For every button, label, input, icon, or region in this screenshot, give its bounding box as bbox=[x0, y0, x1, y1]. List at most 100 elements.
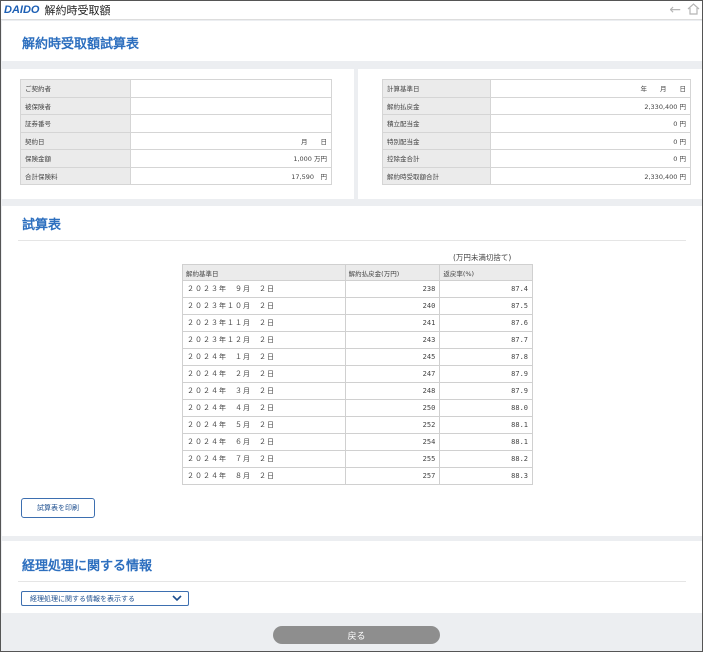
calc-row: 積立配当金 0 円 bbox=[382, 114, 692, 133]
table-row: ２０２４年 ８月 ２日 257 88.3 bbox=[182, 467, 533, 485]
divider bbox=[18, 581, 686, 582]
rate-cell: 87.7 bbox=[439, 331, 533, 349]
contract-row: 保険金額 1,000 万円 bbox=[20, 149, 333, 168]
calc-value: 0 円 bbox=[489, 149, 692, 168]
rate-cell: 88.1 bbox=[439, 416, 533, 434]
contract-label: 保険金額 bbox=[20, 149, 131, 168]
title-panel: 解約時受取額試算表 bbox=[2, 21, 702, 61]
refund-cell: 250 bbox=[344, 399, 441, 417]
calc-info-panel: 計算基準日年 月 日解約払戻金 2,330,400 円積立配当金 0 円特別配当金 0… bbox=[358, 69, 702, 199]
rate-cell: 87.9 bbox=[439, 382, 533, 400]
contract-label: 被保険者 bbox=[20, 96, 131, 115]
calc-value: 0 円 bbox=[489, 114, 692, 133]
calc-label: 計算基準日 bbox=[382, 79, 491, 98]
calc-row: 特別配当金 0 円 bbox=[382, 131, 692, 150]
app-window: DAIDO 解約時受取額 ← 解約時受取額試算表 ご契約者 被保険者 証券番号 契約日… bbox=[0, 0, 703, 652]
home-icon[interactable] bbox=[687, 2, 700, 19]
contract-value bbox=[129, 96, 333, 115]
contract-row: 合計保険料 17,590 円 bbox=[20, 166, 333, 185]
column-header: 解約基準日 bbox=[182, 264, 346, 281]
refund-cell: 255 bbox=[344, 450, 441, 468]
date-cell: ２０２４年 ６月 ２日 bbox=[182, 433, 346, 451]
table-row: ２０２４年 ２月 ２日 247 87.9 bbox=[182, 365, 533, 383]
date-cell: ２０２３年１０月 ２日 bbox=[182, 297, 346, 315]
table-row: ２０２４年 ５月 ２日 252 88.1 bbox=[182, 416, 533, 434]
calc-label: 特別配当金 bbox=[382, 131, 491, 150]
contract-value bbox=[129, 114, 333, 133]
date-cell: ２０２４年 ４月 ２日 bbox=[182, 399, 346, 417]
refund-cell: 243 bbox=[344, 331, 441, 349]
rate-cell: 88.0 bbox=[439, 399, 533, 417]
contract-label: 契約日 bbox=[20, 131, 131, 150]
refund-cell: 241 bbox=[344, 314, 441, 332]
calc-value: 2,330,400 円 bbox=[489, 96, 692, 115]
table-row: ２０２４年 １月 ２日 245 87.8 bbox=[182, 348, 533, 366]
date-cell: ２０２４年 ２月 ２日 bbox=[182, 365, 346, 383]
title-bar: DAIDO 解約時受取額 ← bbox=[1, 1, 702, 20]
refund-cell: 257 bbox=[344, 467, 441, 485]
back-button[interactable]: 戻る bbox=[273, 626, 440, 644]
contract-value: 17,590 円 bbox=[129, 166, 333, 185]
contract-label: 証券番号 bbox=[20, 114, 131, 133]
rate-cell: 87.9 bbox=[439, 365, 533, 383]
refund-cell: 245 bbox=[344, 348, 441, 366]
app-title: 解約時受取額 bbox=[44, 4, 111, 17]
date-cell: ２０２４年 ８月 ２日 bbox=[182, 467, 346, 485]
rate-cell: 88.1 bbox=[439, 433, 533, 451]
date-cell: ２０２３年１２月 ２日 bbox=[182, 331, 346, 349]
table-row: ２０２４年 ３月 ２日 248 87.9 bbox=[182, 382, 533, 400]
calc-value: 0 円 bbox=[489, 131, 692, 150]
arrow-left-icon[interactable]: ← bbox=[669, 2, 681, 19]
calc-row: 計算基準日年 月 日 bbox=[382, 79, 692, 98]
accounting-dropdown-label: 経理処理に関する情報を表示する bbox=[30, 594, 135, 603]
contract-value: 月 日 bbox=[129, 131, 333, 150]
date-cell: ２０２３年１１月 ２日 bbox=[182, 314, 346, 332]
contract-info-table: ご契約者 被保険者 証券番号 契約日月 日保険金額 1,000 万円 合計保険料 17,59… bbox=[20, 79, 333, 185]
brand-logo: DAIDO bbox=[4, 4, 40, 16]
rounding-note: (万円未満切捨て) bbox=[453, 253, 512, 262]
contract-value: 1,000 万円 bbox=[129, 149, 333, 168]
refund-cell: 248 bbox=[344, 382, 441, 400]
table-row: ２０２３年１０月 ２日 240 87.5 bbox=[182, 297, 533, 315]
date-cell: ２０２４年 ５月 ２日 bbox=[182, 416, 346, 434]
calc-label: 控除金合計 bbox=[382, 149, 491, 168]
contract-row: 証券番号 bbox=[20, 114, 333, 133]
contract-value bbox=[129, 79, 333, 98]
rate-cell: 87.4 bbox=[439, 280, 533, 298]
calc-row: 控除金合計 0 円 bbox=[382, 149, 692, 168]
rate-cell: 87.6 bbox=[439, 314, 533, 332]
divider bbox=[18, 240, 686, 241]
table-row: ２０２４年 ７月 ２日 255 88.2 bbox=[182, 450, 533, 468]
table-row: ２０２４年 ４月 ２日 250 88.0 bbox=[182, 399, 533, 417]
refund-cell: 252 bbox=[344, 416, 441, 434]
contract-label: 合計保険料 bbox=[20, 166, 131, 185]
table-row: ２０２４年 ６月 ２日 254 88.1 bbox=[182, 433, 533, 451]
refund-cell: 240 bbox=[344, 297, 441, 315]
results-section-title: 試算表 bbox=[22, 218, 62, 233]
date-cell: ２０２４年 ７月 ２日 bbox=[182, 450, 346, 468]
refund-cell: 247 bbox=[344, 365, 441, 383]
chevron-down-icon bbox=[172, 592, 182, 607]
print-button[interactable]: 試算表を印刷 bbox=[21, 498, 95, 518]
calc-label: 積立配当金 bbox=[382, 114, 491, 133]
calc-value: 年 月 日 bbox=[489, 79, 692, 98]
results-table: 解約基準日 解約払戻金(万円) 返戻率(%) ２０２３年 ９月 ２日 238 87.4 ２… bbox=[182, 264, 533, 485]
calc-row: 解約時受取額合計 2,330,400 円 bbox=[382, 166, 692, 185]
refund-cell: 254 bbox=[344, 433, 441, 451]
calc-label: 解約払戻金 bbox=[382, 96, 491, 115]
contract-row: 被保険者 bbox=[20, 96, 333, 115]
accounting-dropdown[interactable]: 経理処理に関する情報を表示する bbox=[21, 591, 189, 606]
calc-info-table: 計算基準日年 月 日解約払戻金 2,330,400 円積立配当金 0 円特別配当金 0… bbox=[382, 79, 692, 185]
calc-value: 2,330,400 円 bbox=[489, 166, 692, 185]
contract-label: ご契約者 bbox=[20, 79, 131, 98]
calc-row: 解約払戻金 2,330,400 円 bbox=[382, 96, 692, 115]
rate-cell: 87.5 bbox=[439, 297, 533, 315]
rate-cell: 88.3 bbox=[439, 467, 533, 485]
column-header: 解約払戻金(万円) bbox=[344, 264, 441, 281]
calc-label: 解約時受取額合計 bbox=[382, 166, 491, 185]
table-row: ２０２３年１１月 ２日 241 87.6 bbox=[182, 314, 533, 332]
rate-cell: 88.2 bbox=[439, 450, 533, 468]
contract-row: ご契約者 bbox=[20, 79, 333, 98]
table-row: ２０２３年 ９月 ２日 238 87.4 bbox=[182, 280, 533, 298]
rate-cell: 87.8 bbox=[439, 348, 533, 366]
